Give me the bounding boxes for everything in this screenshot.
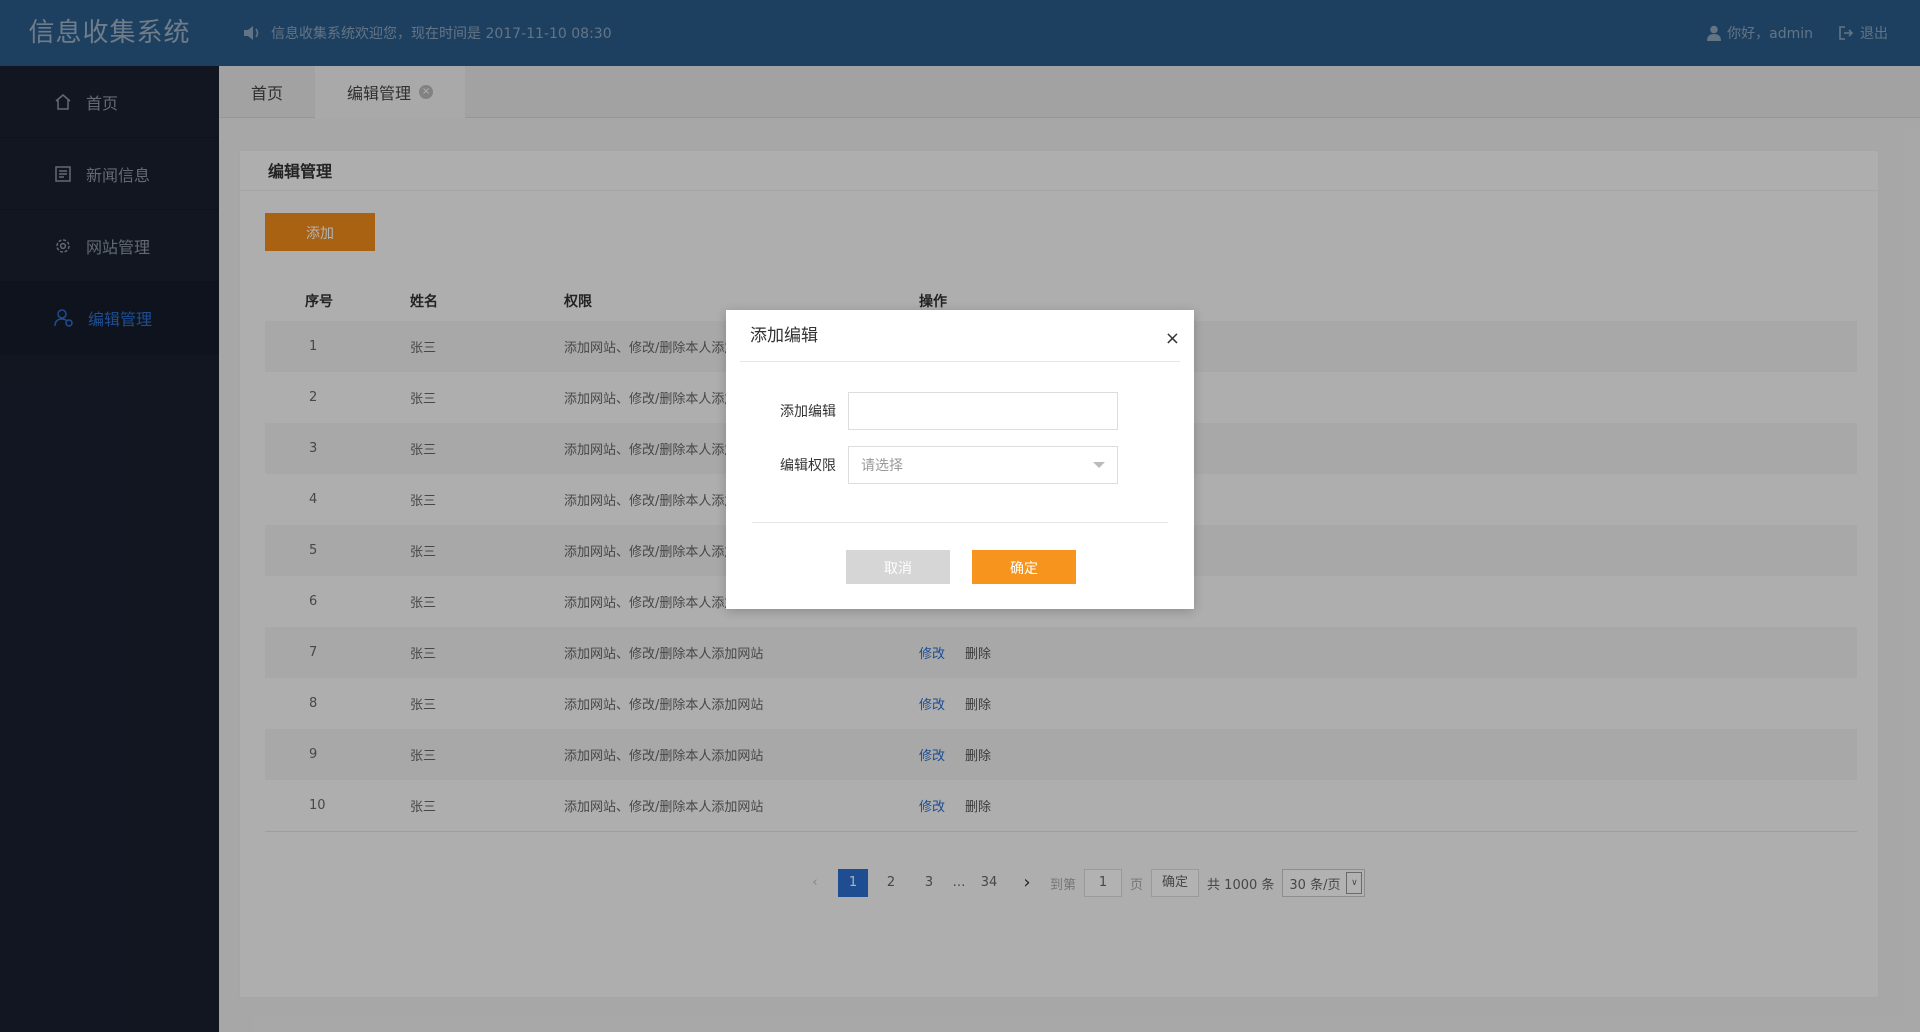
dialog-title: 添加编辑 bbox=[740, 322, 1180, 362]
editor-name-input[interactable] bbox=[848, 392, 1118, 430]
cancel-button[interactable]: 取消 bbox=[846, 550, 950, 584]
editor-permission-select[interactable]: 请选择 bbox=[848, 446, 1118, 484]
editor-permission-label: 编辑权限 bbox=[780, 458, 836, 474]
editor-name-row: 添加编辑 bbox=[766, 392, 1118, 430]
add-editor-dialog: 添加编辑 × 添加编辑 编辑权限 请选择 取消 确定 bbox=[726, 310, 1194, 609]
caret-down-icon bbox=[1093, 462, 1105, 468]
dialog-divider bbox=[752, 522, 1168, 523]
editor-permission-row: 编辑权限 请选择 bbox=[766, 446, 1118, 484]
editor-name-label: 添加编辑 bbox=[780, 404, 836, 420]
confirm-button[interactable]: 确定 bbox=[972, 550, 1076, 584]
permission-placeholder: 请选择 bbox=[861, 458, 903, 474]
close-icon[interactable]: × bbox=[1165, 328, 1180, 349]
